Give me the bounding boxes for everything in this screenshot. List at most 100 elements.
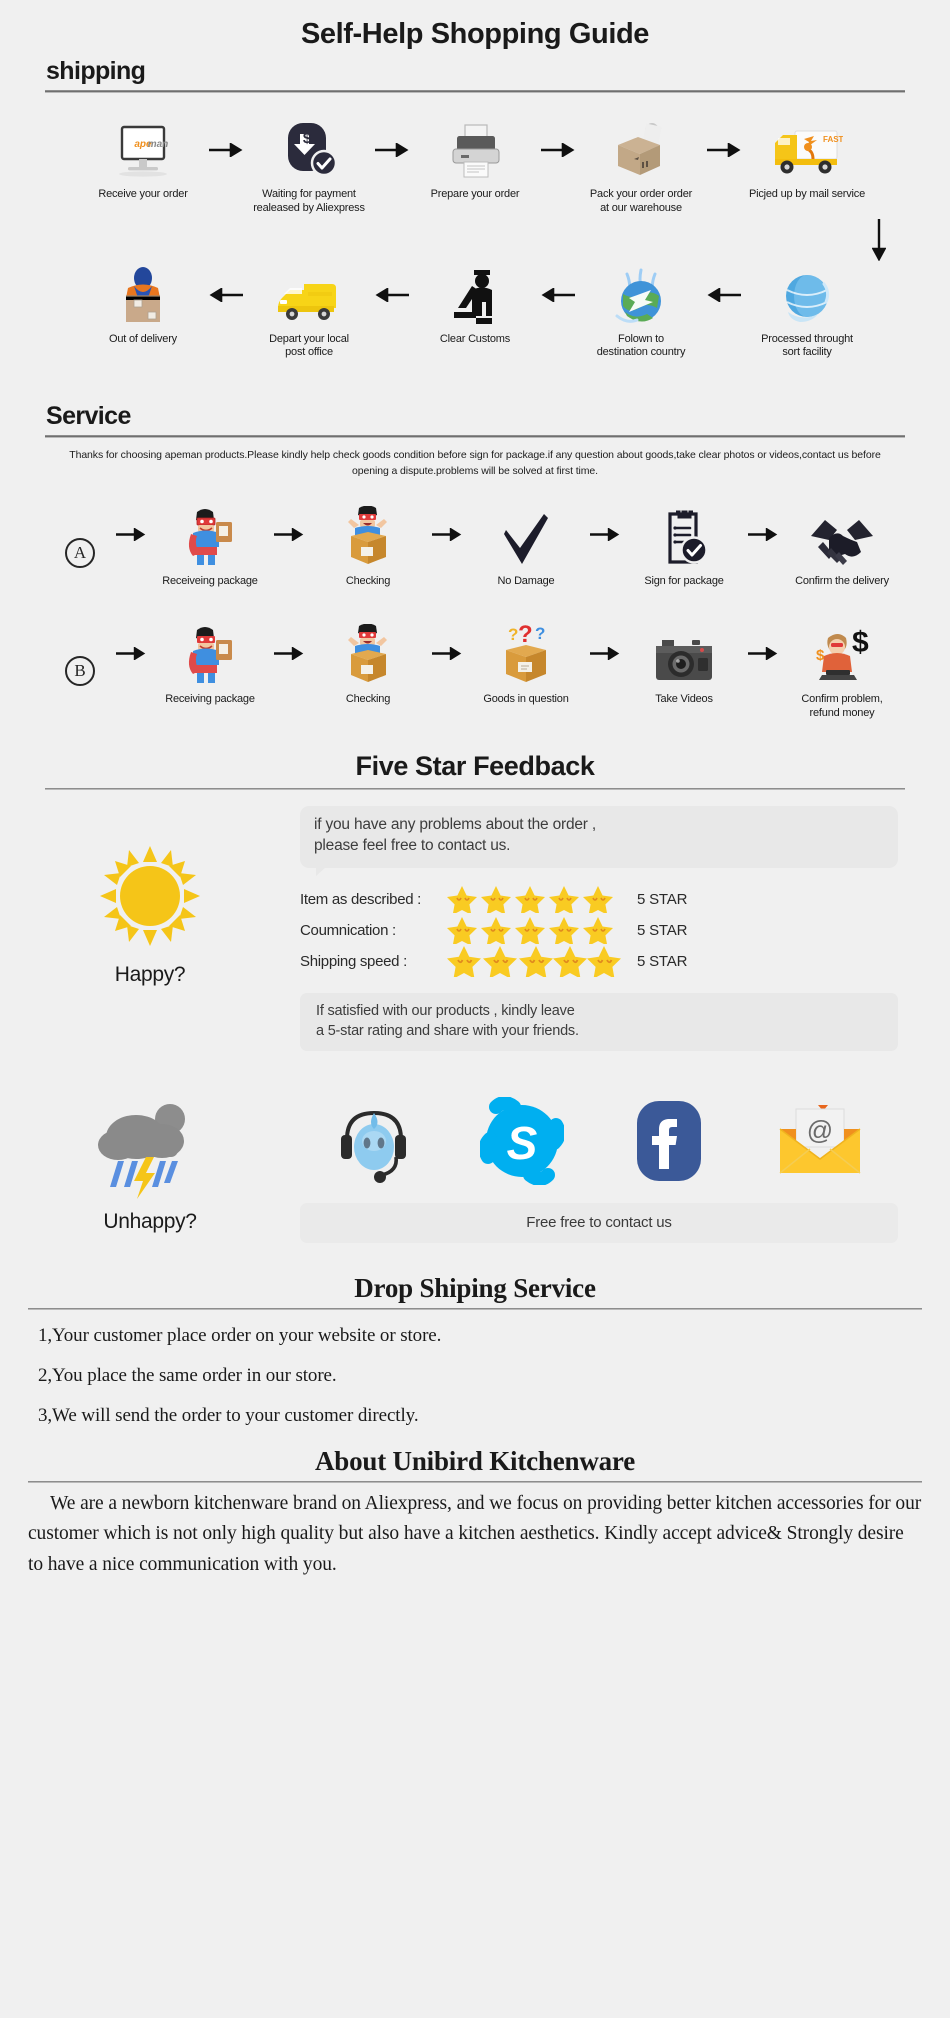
svg-text:@: @ bbox=[806, 1115, 832, 1145]
step-label: Pack your order order at our warehouse bbox=[589, 188, 693, 214]
arrow-left-icon bbox=[203, 264, 249, 326]
service-step-no-damage: No Damage bbox=[470, 504, 582, 589]
flow-down-connector bbox=[0, 216, 950, 264]
about-heading: About Unibird Kitchenware bbox=[314, 1446, 636, 1477]
unhappy-label: Unhappy? bbox=[103, 1210, 197, 1234]
step-label: Checking bbox=[345, 693, 391, 706]
signed-document-icon bbox=[658, 504, 710, 568]
about-text: We are a newborn kitchenware brand on Al… bbox=[28, 1493, 922, 1575]
arrow-right-icon bbox=[582, 622, 628, 684]
blue-globe-icon bbox=[778, 264, 836, 326]
service-step-take-videos: Take Videos bbox=[628, 622, 740, 707]
page-title: Self-Help Shopping Guide bbox=[300, 18, 650, 50]
happy-block: Happy? bbox=[0, 806, 300, 1051]
service-step-receiving-package-b: Receiving package bbox=[154, 622, 266, 707]
feedback-heading: Five Star Feedback bbox=[355, 750, 595, 781]
step-label: Receiving package bbox=[165, 693, 255, 706]
step-label: Waiting for payment realeased by Aliexpr… bbox=[253, 188, 365, 214]
satisfied-note: If satisfied with our products , kindly … bbox=[300, 992, 898, 1052]
ratings-table: Item as described : 5 STAR Coumnication … bbox=[300, 884, 898, 978]
yellow-van-icon bbox=[274, 264, 344, 326]
arrow-right-icon bbox=[203, 119, 249, 181]
email-envelope-icon[interactable]: @ bbox=[774, 1101, 866, 1186]
arrow-right-icon bbox=[535, 119, 581, 181]
contact-us-button[interactable]: Free free to contact us bbox=[300, 1203, 898, 1244]
step-label: Folown to destination country bbox=[596, 332, 686, 359]
unhappy-body: Unhappy? S @ Free free to contact us bbox=[0, 1051, 950, 1244]
arrow-right-icon bbox=[369, 119, 415, 181]
camera-icon bbox=[654, 622, 714, 686]
arrow-right-icon bbox=[266, 622, 312, 684]
list-item: 1,Your customer place order on your webs… bbox=[38, 1325, 442, 1347]
feedback-body: Happy? if you have any problems about th… bbox=[0, 790, 950, 1052]
arrow-down-icon bbox=[872, 218, 886, 261]
check-mark-icon bbox=[500, 504, 552, 568]
arrow-right-icon bbox=[740, 504, 786, 566]
arrow-right-icon bbox=[266, 504, 312, 566]
printer-icon bbox=[447, 119, 503, 181]
delivery-truck-fast-icon: FAST bbox=[771, 119, 843, 181]
step-label: Confirm problem, refund money bbox=[801, 693, 883, 719]
service-step-checking-b: Checking bbox=[312, 622, 424, 707]
facebook-icon[interactable] bbox=[629, 1097, 709, 1190]
step-label: Sign for package bbox=[644, 574, 724, 587]
shipping-step-sort-facility: Processed throught sort facility bbox=[747, 264, 867, 361]
shipping-step-depart-post-office: Depart your local post office bbox=[249, 264, 369, 361]
step-label: Processed throught sort facility bbox=[761, 332, 853, 359]
step-label: Receiveing package bbox=[162, 574, 258, 587]
rating-value: 5 STAR bbox=[637, 921, 688, 939]
happy-label: Happy? bbox=[114, 962, 186, 986]
skype-icon[interactable]: S bbox=[477, 1095, 566, 1190]
service-step-receiving-package-a: Receiveing package bbox=[154, 504, 266, 589]
shipping-step-out-of-delivery: Out of delivery bbox=[83, 264, 203, 347]
packing-box-icon bbox=[610, 119, 672, 181]
step-label: Clear Customs bbox=[439, 332, 511, 345]
arrow-left-icon bbox=[701, 264, 747, 326]
service-section-header: Service bbox=[0, 402, 950, 438]
rating-value: 5 STAR bbox=[637, 952, 688, 970]
shipping-section-header: shipping bbox=[0, 57, 950, 93]
service-flow-row-b: B Receiving package Checking ? ? ? Goods… bbox=[0, 622, 950, 721]
shipping-step-waiting-payment: $ Waiting for payment realeased by Aliex… bbox=[249, 119, 369, 216]
shipping-step-pack-order: Pack your order order at our warehouse bbox=[581, 119, 701, 216]
table-row: Shipping speed : 5 STAR bbox=[300, 945, 898, 978]
shipping-step-prepare-order: Prepare your order bbox=[415, 119, 535, 202]
rating-label: Coumnication : bbox=[300, 921, 396, 939]
globe-plane-icon bbox=[611, 264, 671, 326]
shopping-guide-page: Self-Help Shopping Guide shipping ape ma… bbox=[0, 0, 950, 1602]
rating-value: 5 STAR bbox=[637, 890, 688, 908]
rain-cloud-icon bbox=[96, 1095, 204, 1204]
step-label: Receive your order bbox=[98, 188, 188, 200]
service-step-checking-a: Checking bbox=[312, 504, 424, 589]
list-item: 2,You place the same order in our store. bbox=[38, 1365, 337, 1387]
arrow-left-icon bbox=[369, 264, 415, 326]
customs-officer-icon bbox=[446, 264, 504, 326]
arrow-right-icon bbox=[582, 504, 628, 566]
list-item: 3,We will send the order to your custome… bbox=[38, 1405, 419, 1427]
svg-text:S: S bbox=[506, 1117, 537, 1169]
step-label: Depart your local post office bbox=[269, 332, 349, 359]
shipping-heading: shipping bbox=[46, 57, 146, 85]
shipping-step-picked-up: FAST Picjed up by mail service bbox=[747, 119, 867, 202]
handshake-icon bbox=[809, 504, 875, 568]
badge-letter: A bbox=[65, 537, 95, 568]
support-headset-icon[interactable] bbox=[333, 1097, 415, 1190]
box-question-marks-icon: ? ? ? bbox=[496, 622, 556, 686]
monitor-apeman-icon: ape man bbox=[112, 119, 174, 181]
service-step-confirm-delivery: Confirm the delivery bbox=[786, 504, 898, 589]
social-icons-row: S @ bbox=[300, 1095, 898, 1191]
shipping-step-clear-customs: Clear Customs bbox=[415, 264, 535, 347]
service-row-a-badge: A bbox=[52, 504, 108, 568]
star-rating bbox=[445, 945, 625, 978]
sun-icon bbox=[98, 844, 202, 953]
hero-with-parcel-icon bbox=[183, 622, 237, 686]
shipping-flow-row-2: Out of delivery Depart your local post o… bbox=[0, 264, 950, 361]
service-step-confirm-refund: $ $ Confirm problem, refund money bbox=[786, 622, 898, 721]
step-label: No Damage bbox=[497, 574, 555, 587]
service-step-sign-for-package: Sign for package bbox=[628, 504, 740, 589]
svg-text:FAST: FAST bbox=[823, 135, 843, 144]
arrow-right-icon bbox=[740, 622, 786, 684]
svg-text:man: man bbox=[148, 139, 169, 150]
rating-label: Item as described : bbox=[300, 890, 422, 908]
dropship-heading: Drop Shiping Service bbox=[354, 1273, 596, 1304]
